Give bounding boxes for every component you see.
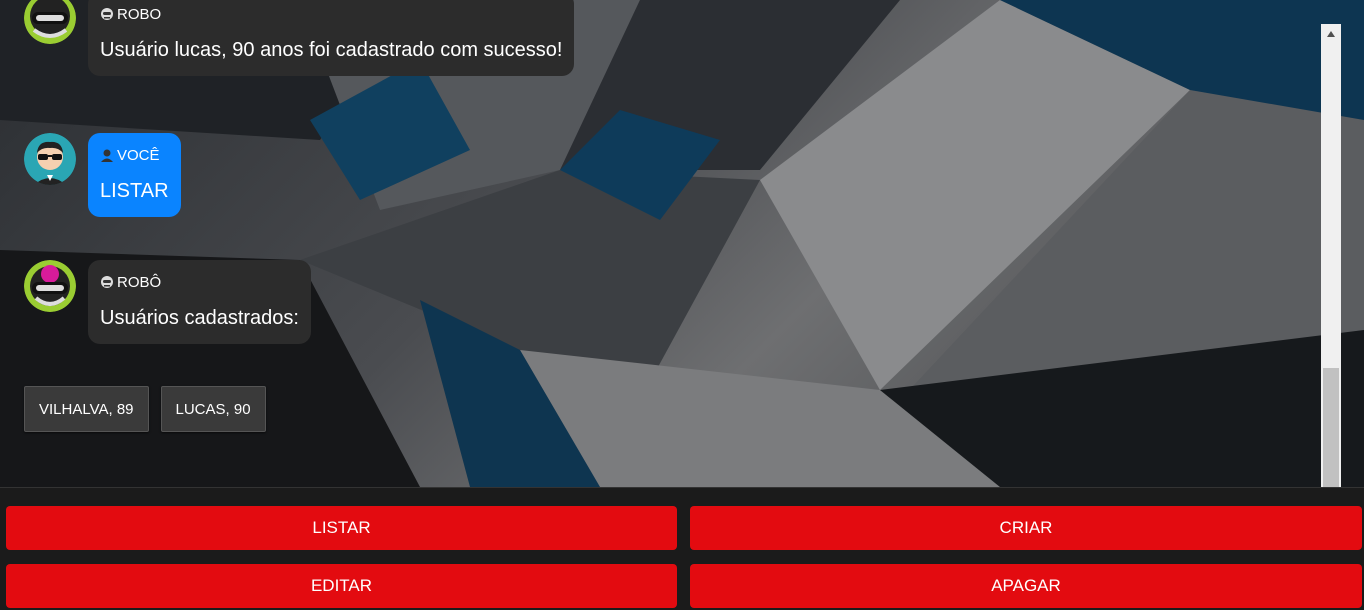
- robot-avatar-icon: [24, 260, 76, 312]
- user-chip[interactable]: LUCAS, 90: [160, 386, 266, 432]
- message-bot: ROBO Usuário lucas, 90 anos foi cadastra…: [24, 0, 575, 76]
- sender-name: VOCÊ: [117, 146, 160, 164]
- robot-icon: [100, 7, 114, 21]
- message-bubble: VOCÊ LISTAR: [88, 133, 181, 217]
- message-text: Usuário lucas, 90 anos foi cadastrado co…: [100, 39, 563, 61]
- user-sunglasses-avatar-icon: [24, 133, 76, 185]
- message-user: VOCÊ LISTAR: [24, 133, 181, 217]
- criar-button[interactable]: CRIAR: [690, 506, 1362, 550]
- message-text: LISTAR: [100, 180, 169, 202]
- sender-label: VOCÊ: [100, 145, 169, 165]
- chat-area: ROBO Usuário lucas, 90 anos foi cadastra…: [0, 0, 1320, 487]
- user-icon: [100, 148, 114, 162]
- sender-label: ROBÔ: [100, 272, 299, 292]
- sender-name: ROBO: [117, 5, 162, 23]
- listar-button[interactable]: LISTAR: [6, 506, 677, 550]
- robot-icon: [100, 275, 114, 289]
- message-text: Usuários cadastrados:: [100, 307, 299, 329]
- user-chip[interactable]: VILHALVA, 89: [24, 386, 149, 432]
- triangle-up-icon[interactable]: [1321, 24, 1341, 44]
- user-list-chips: VILHALVA, 89 LUCAS, 90: [24, 386, 266, 432]
- action-panel: LISTAR CRIAR EDITAR APAGAR: [0, 487, 1364, 610]
- message-bubble: ROBÔ Usuários cadastrados:: [88, 260, 311, 344]
- message-bot: ROBÔ Usuários cadastrados:: [24, 260, 311, 344]
- editar-button[interactable]: EDITAR: [6, 564, 677, 608]
- sender-name: ROBÔ: [117, 273, 162, 291]
- message-bubble: ROBO Usuário lucas, 90 anos foi cadastra…: [88, 0, 575, 76]
- chat-scrollbar[interactable]: [1321, 24, 1341, 487]
- scroll-thumb[interactable]: [1323, 368, 1339, 487]
- robot-avatar-icon: [24, 0, 76, 44]
- apagar-button[interactable]: APAGAR: [690, 564, 1362, 608]
- sender-label: ROBO: [100, 4, 562, 24]
